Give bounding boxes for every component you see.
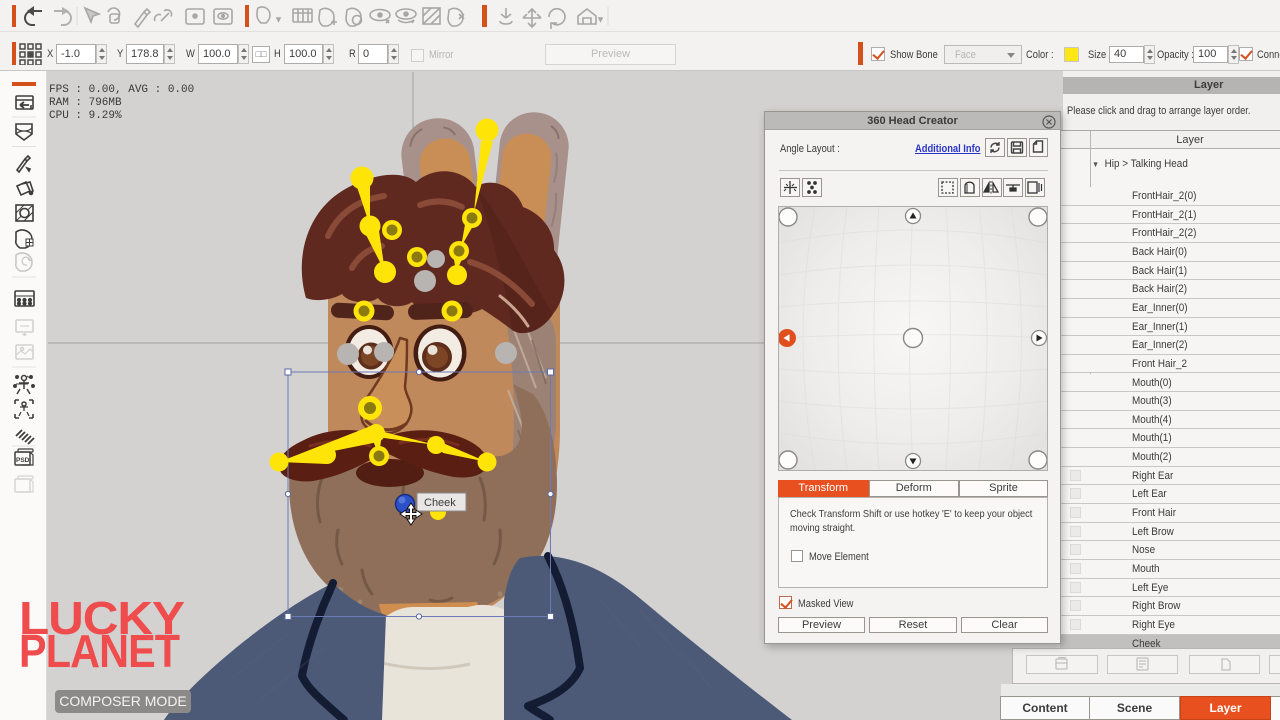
svg-text:PSD: PSD [16, 457, 30, 464]
svg-text:Cheek: Cheek [424, 497, 456, 509]
